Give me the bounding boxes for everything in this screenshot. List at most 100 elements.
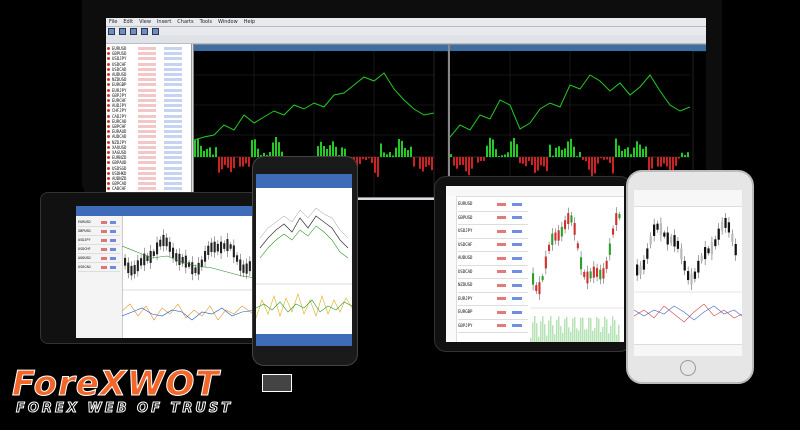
candle (242, 264, 245, 273)
candle (551, 233, 554, 245)
histogram-bar (245, 157, 247, 164)
bid-cell (138, 135, 156, 139)
menu-item-insert[interactable]: Insert (157, 19, 171, 25)
bid-cell (496, 243, 507, 247)
histogram-bar (471, 157, 473, 169)
candle (618, 214, 621, 219)
symbol-dot-icon (107, 151, 110, 154)
histogram-bar (374, 157, 376, 173)
grid-icon[interactable] (152, 28, 159, 35)
ask-cell (164, 47, 182, 50)
histogram-bar (459, 157, 461, 166)
candle (133, 265, 136, 275)
zoom-out-icon[interactable] (141, 28, 148, 35)
volume-bar (562, 332, 564, 342)
histogram-bar (477, 157, 479, 163)
histogram-bar (257, 148, 259, 157)
menu-item-edit[interactable]: Edit (123, 19, 133, 25)
quote-row[interactable]: GBPUSD (458, 212, 528, 225)
candle (544, 256, 547, 269)
volume-bar (556, 319, 558, 342)
quote-row[interactable]: EURJPY (458, 293, 528, 306)
phone-chart (256, 207, 352, 319)
candle (653, 224, 656, 236)
histogram-bar (218, 157, 220, 173)
candle (649, 236, 652, 245)
candle (615, 213, 618, 226)
quote-symbol: EURUSD (458, 201, 473, 206)
iphone-top-bar (634, 190, 742, 207)
bid-cell (138, 171, 156, 175)
bid-cell (496, 324, 507, 328)
quote-row[interactable]: EURUSD (458, 198, 528, 212)
symbol-dot-icon (107, 73, 110, 76)
new-order-icon[interactable] (108, 28, 115, 35)
bid-cell (138, 57, 156, 61)
phone-tab-bar[interactable] (256, 334, 352, 346)
symbol-dot-icon (107, 145, 110, 149)
menu-item-charts[interactable]: Charts (177, 19, 193, 25)
volume-bar (610, 325, 612, 342)
ask-cell (110, 229, 117, 233)
candle (707, 248, 710, 254)
ask-cell (110, 256, 117, 260)
autotrading-icon[interactable] (119, 28, 126, 35)
candle (580, 257, 583, 270)
symbol-dot-icon (107, 67, 110, 71)
volume-bar (566, 316, 568, 342)
quote-row[interactable]: GBPUSD (78, 227, 120, 236)
quote-row[interactable]: GBPJPY (458, 320, 528, 333)
ask-cell (164, 140, 182, 144)
bid-cell (138, 156, 156, 160)
histogram-bar (224, 157, 226, 166)
symbol-dot-icon (107, 156, 110, 160)
candle (683, 260, 686, 271)
histogram-bar (627, 147, 629, 157)
quote-row[interactable]: EURUSD (78, 218, 120, 227)
candle (576, 243, 579, 249)
quote-row[interactable]: USDCHF (458, 239, 528, 252)
zoom-in-icon[interactable] (130, 28, 137, 35)
quote-row[interactable]: EURGBP (458, 306, 528, 320)
quote-row[interactable]: USDCHF (78, 245, 120, 254)
histogram-bar (540, 157, 542, 166)
bid-cell (138, 67, 156, 71)
candle (724, 218, 727, 228)
tablet-chart (122, 229, 256, 321)
candle (184, 255, 187, 268)
candle (538, 282, 541, 295)
symbol-dot-icon (107, 171, 110, 175)
histogram-bar (624, 149, 626, 157)
candle (599, 269, 602, 280)
quote-row[interactable]: USDCAD (458, 266, 528, 279)
menu-item-help[interactable]: Help (244, 19, 255, 25)
menu-item-window[interactable]: Window (218, 19, 238, 25)
quote-row[interactable]: USDJPY (78, 236, 120, 245)
candle (245, 263, 248, 274)
volume-bar (596, 317, 598, 342)
volume-bar (612, 316, 614, 342)
histogram-bar (278, 142, 280, 157)
volume-bar (586, 329, 588, 342)
quote-symbol: GBPUSD (458, 214, 473, 220)
quote-row[interactable]: AUDUSD (458, 252, 528, 266)
histogram-bar (359, 157, 361, 164)
quote-row[interactable]: NZDUSD (458, 279, 528, 293)
ask-cell (164, 67, 182, 71)
bid-cell (138, 125, 156, 128)
bid-cell (138, 78, 156, 82)
quote-row[interactable]: USDCAD (78, 263, 120, 272)
menu-item-view[interactable]: View (139, 19, 151, 25)
iphone-home-button[interactable] (680, 360, 696, 376)
histogram-bar (480, 157, 482, 161)
quote-row[interactable]: AUDUSD (78, 254, 120, 263)
quote-row[interactable]: USDJPY (458, 225, 528, 239)
quote-symbol: USDJPY (458, 228, 473, 233)
iphone-tab-bar[interactable] (634, 344, 742, 356)
symbol-dot-icon (107, 88, 110, 92)
menu-item-tools[interactable]: Tools (200, 19, 212, 25)
menu-item-file[interactable]: File (109, 19, 117, 25)
ask-cell (164, 88, 182, 92)
candle (697, 260, 700, 273)
ask-cell (164, 109, 182, 113)
